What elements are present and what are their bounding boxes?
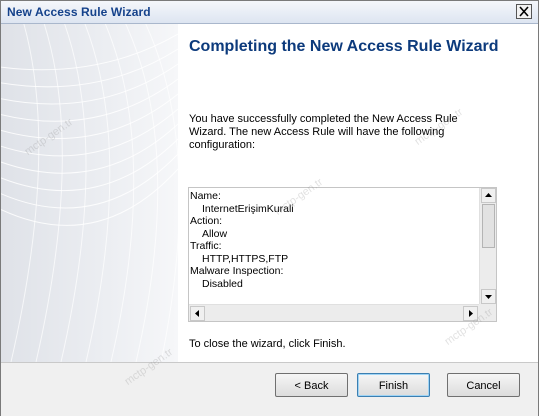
summary-label-malware: Malware Inspection: (190, 265, 284, 277)
summary-value-name: InternetErişimKurali (202, 202, 294, 215)
summary-text: Name: InternetErişimKurali Action: Allow… (190, 190, 478, 302)
scroll-up-button[interactable] (481, 188, 496, 203)
summary-value-malware: Disabled (202, 277, 243, 290)
close-button[interactable] (516, 4, 532, 19)
closing-instruction: To close the wizard, click Finish. (189, 338, 346, 350)
wizard-window: New Access Rule Wizard Completing the Ne… (0, 0, 539, 416)
arrow-left-icon (195, 310, 199, 317)
finish-button[interactable]: Finish (357, 373, 430, 397)
arrow-up-icon (485, 193, 492, 197)
summary-value-traffic: HTTP,HTTPS,FTP (202, 252, 289, 265)
button-bar: < Back Finish Cancel (1, 362, 538, 416)
summary-label-action: Action: (190, 215, 223, 227)
title-bar: New Access Rule Wizard (1, 1, 538, 24)
vertical-scroll-thumb[interactable] (482, 204, 495, 248)
arrow-down-icon (485, 295, 492, 299)
page-title: Completing the New Access Rule Wizard (189, 38, 499, 55)
summary-label-name: Name: (190, 190, 221, 202)
close-icon (519, 6, 529, 17)
window-title: New Access Rule Wizard (7, 5, 151, 19)
summary-value-action: Allow (202, 227, 228, 240)
configuration-summary[interactable]: Name: InternetErişimKurali Action: Allow… (188, 187, 497, 322)
back-button[interactable]: < Back (275, 373, 348, 397)
wizard-banner (1, 24, 178, 362)
scroll-right-button[interactable] (463, 306, 478, 321)
horizontal-scrollbar[interactable] (189, 304, 479, 321)
vertical-scrollbar[interactable] (479, 188, 496, 304)
cancel-button[interactable]: Cancel (447, 373, 520, 397)
scroll-down-button[interactable] (481, 289, 496, 304)
banner-graphic (1, 24, 178, 362)
intro-text: You have successfully completed the New … (189, 113, 458, 151)
scrollbar-corner (479, 304, 496, 321)
arrow-right-icon (469, 310, 473, 317)
scroll-left-button[interactable] (190, 306, 205, 321)
summary-label-traffic: Traffic: (190, 240, 222, 252)
wizard-content: Completing the New Access Rule Wizard Yo… (178, 24, 538, 362)
